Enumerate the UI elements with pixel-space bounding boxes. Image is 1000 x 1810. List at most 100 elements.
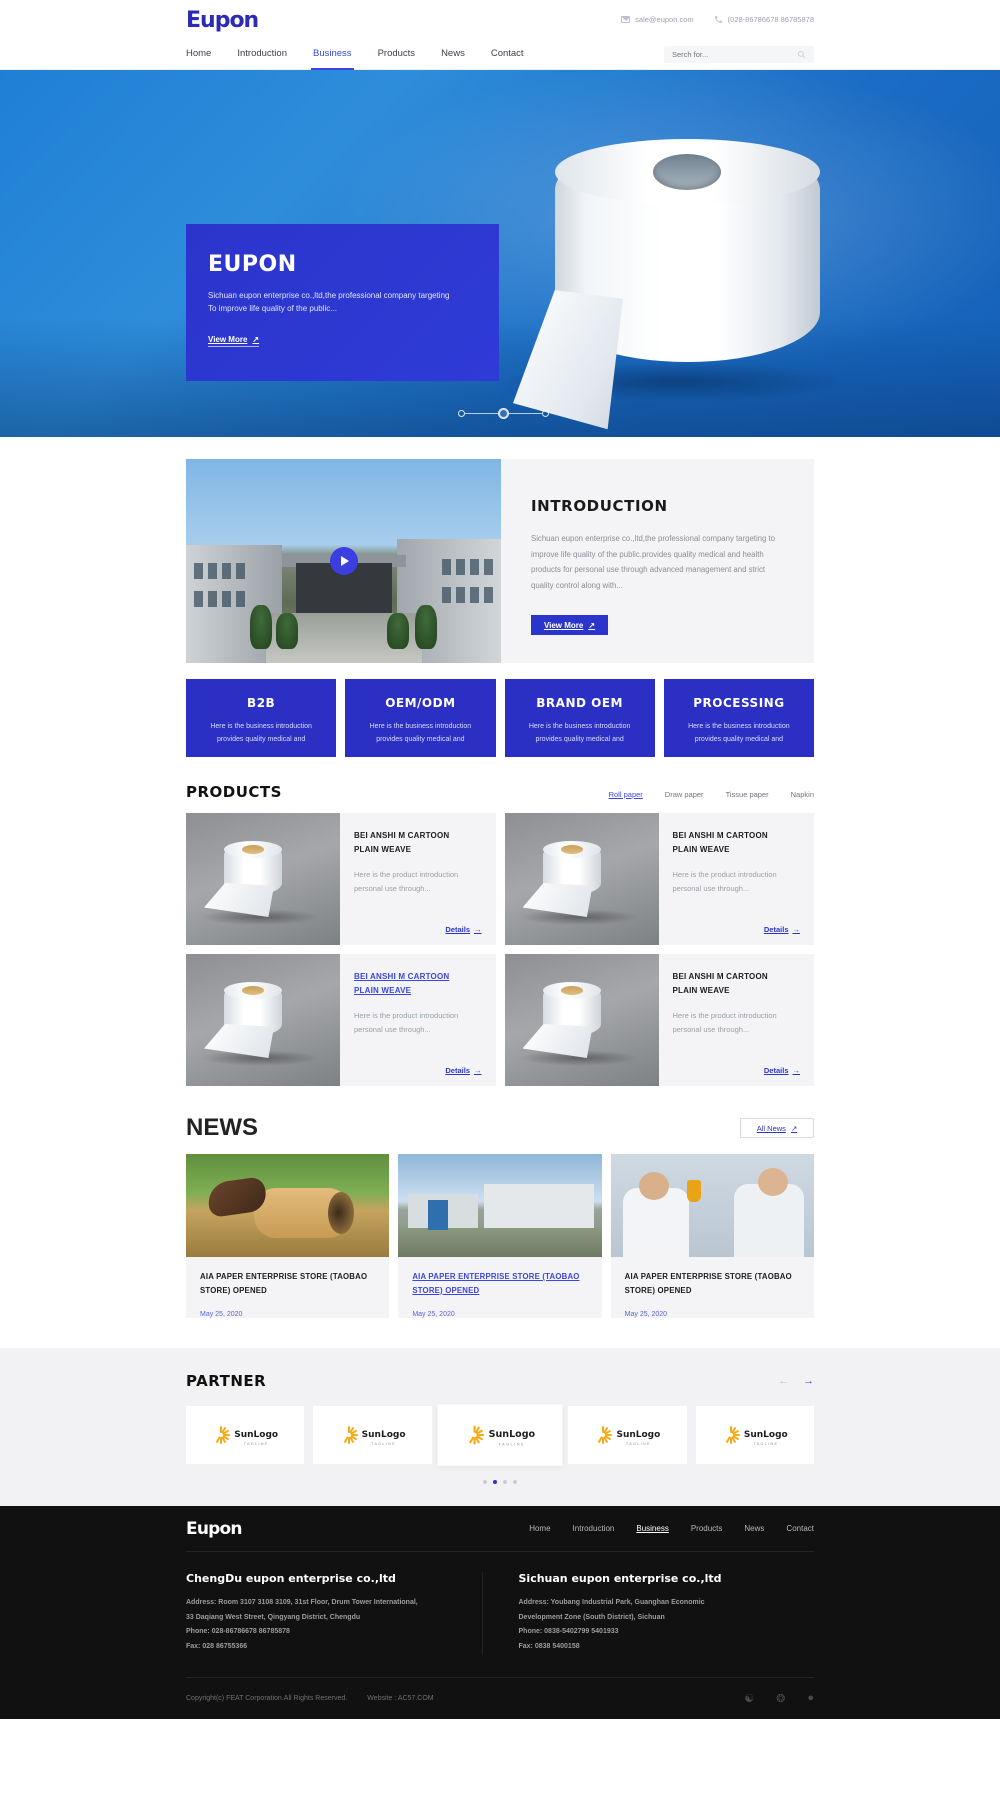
sun-icon: [594, 1426, 613, 1444]
introduction-video-thumbnail[interactable]: [186, 459, 501, 663]
business-card-line1: Here is the business introduction: [210, 723, 312, 730]
arrow-up-right-icon: ↗: [252, 335, 260, 345]
news-image: [398, 1154, 602, 1257]
partner-logo-tagline: TAGLINE: [498, 1442, 525, 1447]
business-card-b2b[interactable]: B2B Here is the business introduction pr…: [186, 679, 337, 757]
hero-view-more-button[interactable]: View More ↗: [208, 335, 260, 348]
product-card[interactable]: BEI ANSHI M CARTOON PLAIN WEAVE Here is …: [504, 813, 814, 945]
search-input[interactable]: [672, 49, 797, 59]
qq-icon[interactable]: ●: [807, 1692, 814, 1705]
arrow-right-icon[interactable]: →: [803, 1375, 814, 1387]
footer-columns: ChengDu eupon enterprise co.,ltd Address…: [186, 1552, 814, 1677]
topbar-email[interactable]: sale@eupon.com: [621, 14, 694, 24]
arrow-up-right-icon: ↗: [588, 620, 596, 630]
business-card-brand-oem[interactable]: BRAND OEM Here is the business introduct…: [504, 679, 655, 757]
partner-logo-item[interactable]: SunLogo TAGLINE: [437, 1404, 563, 1466]
partner-dot-4[interactable]: [513, 1480, 517, 1484]
partner-logo-item[interactable]: SunLogo TAGLINE: [695, 1406, 814, 1464]
news-title-line1: AIA PAPER ENTERPRISE STORE (TAOBAO: [624, 1272, 792, 1281]
all-news-button[interactable]: All News ↗: [740, 1118, 814, 1138]
footer-nav-contact[interactable]: Contact: [786, 1524, 814, 1533]
arrow-right-icon: →: [474, 1066, 482, 1075]
partner-dot-3[interactable]: [503, 1480, 507, 1484]
topbar-phone[interactable]: (028-86786678 86785878: [714, 15, 814, 24]
footer-copyright: Copyright(c) FEAT Corporation.All Rights…: [186, 1694, 348, 1702]
wechat-icon[interactable]: ☯: [744, 1692, 754, 1705]
introduction-text: INTRODUCTION Sichuan eupon enterprise co…: [501, 459, 814, 663]
product-details-link[interactable]: Details →: [764, 1066, 800, 1075]
footer-nav-products[interactable]: Products: [691, 1524, 723, 1533]
play-icon[interactable]: [329, 547, 358, 575]
footer-nav-home[interactable]: Home: [529, 1524, 550, 1533]
search-icon[interactable]: [797, 50, 806, 59]
partner-carousel-dots[interactable]: [186, 1480, 814, 1484]
footer-nav-business[interactable]: Business: [636, 1524, 668, 1533]
products-heading: PRODUCTS: [186, 783, 282, 801]
weibo-icon[interactable]: ❂: [776, 1692, 785, 1705]
partner-header: PARTNER ← →: [186, 1372, 814, 1390]
introduction-view-more-button[interactable]: View More ↗: [531, 615, 608, 636]
partner-dot-1[interactable]: [483, 1480, 487, 1484]
news-card[interactable]: AIA PAPER ENTERPRISE STORE (TAOBAO STORE…: [398, 1154, 602, 1318]
footer-logo[interactable]: Eupon: [186, 1519, 242, 1539]
introduction-body: Sichuan eupon enterprise co.,ltd,the pro…: [531, 534, 776, 590]
footer-website[interactable]: Website : AC57.COM: [367, 1695, 433, 1702]
business-card-oem-odm[interactable]: OEM/ODM Here is the business introductio…: [345, 679, 496, 757]
product-filter-napkin[interactable]: Napkin: [791, 790, 814, 799]
hero-toilet-roll-image: [513, 139, 820, 430]
partner-logo-name: SunLogo: [488, 1429, 535, 1441]
hero-dot-1[interactable]: [458, 410, 465, 417]
nav-item-news[interactable]: News: [441, 38, 465, 70]
arrow-right-icon: →: [474, 925, 482, 934]
sun-icon: [212, 1426, 231, 1444]
product-filter-draw-paper[interactable]: Draw paper: [665, 790, 704, 799]
business-card-line2: provides quality medical and: [376, 736, 465, 744]
product-details-link[interactable]: Details →: [445, 1066, 481, 1075]
footer-top: Eupon Home Introduction Business Product…: [186, 1506, 814, 1552]
hero-dot-3[interactable]: [542, 410, 549, 417]
product-details-label: Details: [445, 1066, 470, 1075]
arrow-left-icon[interactable]: ←: [778, 1375, 789, 1387]
nav-item-products[interactable]: Products: [378, 38, 416, 70]
arrow-up-right-icon: ↗: [790, 1123, 798, 1133]
product-details-link[interactable]: Details →: [445, 925, 481, 934]
site-logo[interactable]: Eupon: [186, 8, 259, 33]
partner-logo-name: SunLogo: [616, 1430, 661, 1440]
product-filter-tissue-paper[interactable]: Tissue paper: [726, 790, 769, 799]
product-card[interactable]: BEI ANSHI M CARTOON PLAIN WEAVE Here is …: [186, 954, 496, 1086]
news-card[interactable]: AIA PAPER ENTERPRISE STORE (TAOBAO STORE…: [186, 1154, 390, 1319]
business-card-title: BRAND OEM: [536, 696, 623, 710]
news-heading: NEWS: [186, 1114, 258, 1141]
product-desc-line2: personal use through...: [672, 1024, 750, 1034]
footer-nav-introduction[interactable]: Introduction: [573, 1524, 615, 1533]
partner-logo-item[interactable]: SunLogo TAGLINE: [313, 1406, 432, 1464]
partner-logo-tagline: TAGLINE: [371, 1442, 397, 1446]
nav-item-introduction[interactable]: Introduction: [237, 38, 287, 70]
partner-logo-name: SunLogo: [743, 1430, 788, 1440]
hero-dot-2[interactable]: [499, 409, 508, 418]
product-filter-roll-paper[interactable]: Roll paper: [609, 790, 643, 799]
footer-nav-news[interactable]: News: [744, 1524, 764, 1533]
hero-carousel-dots[interactable]: [458, 409, 549, 418]
hero-view-more-label: View More: [208, 335, 248, 345]
business-card-processing[interactable]: PROCESSING Here is the business introduc…: [663, 679, 814, 757]
nav-item-home[interactable]: Home: [186, 38, 211, 70]
news-card[interactable]: AIA PAPER ENTERPRISE STORE (TAOBAO STORE…: [610, 1154, 814, 1319]
search-box[interactable]: [664, 45, 814, 63]
product-details-label: Details: [445, 925, 470, 934]
footer-phone: Phone: 0838-5402799 5401933: [518, 1628, 619, 1636]
footer-bottom: Copyright(c) FEAT Corporation.All Rights…: [186, 1676, 814, 1719]
product-card[interactable]: BEI ANSHI M CARTOON PLAIN WEAVE Here is …: [504, 954, 814, 1086]
arrow-right-icon: →: [792, 1066, 801, 1075]
news-date: May 25, 2020: [200, 1311, 243, 1319]
news-date: May 25, 2020: [624, 1311, 668, 1319]
partner-dot-2[interactable]: [493, 1480, 497, 1484]
partner-logo-item[interactable]: SunLogo TAGLINE: [568, 1406, 687, 1464]
partner-logo-item[interactable]: SunLogo TAGLINE: [186, 1406, 305, 1464]
nav-item-business[interactable]: Business: [311, 38, 354, 70]
news-title-line1: AIA PAPER ENTERPRISE STORE (TAOBAO: [200, 1272, 368, 1281]
product-details-link[interactable]: Details →: [764, 925, 800, 934]
product-card[interactable]: BEI ANSHI M CARTOON PLAIN WEAVE Here is …: [186, 813, 496, 945]
nav-item-contact[interactable]: Contact: [491, 38, 524, 70]
topbar-email-text: sale@eupon.com: [635, 14, 694, 24]
